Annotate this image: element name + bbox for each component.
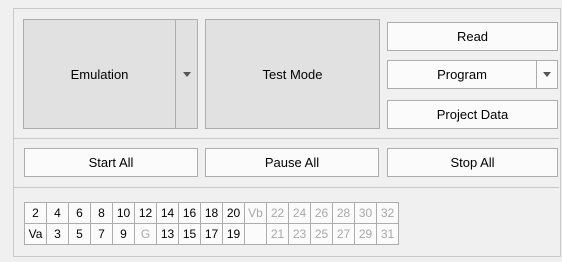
channel-button[interactable]: 2 xyxy=(25,203,47,224)
channel-button[interactable]: 10 xyxy=(113,203,135,224)
emulation-dropdown-button[interactable] xyxy=(175,20,197,128)
stop-all-button[interactable]: Stop All xyxy=(387,148,558,177)
channel-button: 25 xyxy=(311,224,333,245)
start-all-button[interactable]: Start All xyxy=(24,148,198,177)
program-button[interactable]: Program xyxy=(387,60,558,89)
test-mode-label: Test Mode xyxy=(262,66,323,82)
test-mode-button[interactable]: Test Mode xyxy=(205,19,380,129)
channel-button[interactable]: 3 xyxy=(47,224,69,245)
channel-button[interactable]: Va xyxy=(25,224,47,245)
channel-button[interactable]: 8 xyxy=(91,203,113,224)
channel-button[interactable]: 6 xyxy=(69,203,91,224)
channel-button[interactable]: 20 xyxy=(223,203,245,224)
channel-button: 21 xyxy=(267,224,289,245)
chevron-down-icon xyxy=(543,72,551,77)
emulation-label: Emulation xyxy=(70,66,129,82)
channel-button: 32 xyxy=(377,203,399,224)
emulation-button[interactable]: Emulation xyxy=(23,19,198,129)
chevron-down-icon xyxy=(182,71,191,77)
channel-grid: 2 4 6 8 10 12 14 16 18 20 Vb 22 24 26 28 30 32 Va 3 5 7 9 G 13 1… xyxy=(24,202,399,245)
channel-button: 26 xyxy=(311,203,333,224)
channel-button: Vb xyxy=(245,203,267,224)
channel-button[interactable]: 5 xyxy=(69,224,91,245)
pause-all-button[interactable]: Pause All xyxy=(205,148,379,177)
channel-button[interactable]: 15 xyxy=(179,224,201,245)
channel-button[interactable]: 16 xyxy=(179,203,201,224)
program-label: Program xyxy=(437,67,487,82)
channel-button: 24 xyxy=(289,203,311,224)
program-dropdown-button[interactable] xyxy=(536,61,557,88)
channel-empty-cell xyxy=(245,224,267,245)
read-label: Read xyxy=(456,29,489,44)
channel-button: 22 xyxy=(267,203,289,224)
channel-button[interactable]: 13 xyxy=(157,224,179,245)
channel-button: 29 xyxy=(355,224,377,245)
project-data-label: Project Data xyxy=(436,107,509,122)
channel-button[interactable]: 9 xyxy=(113,224,135,245)
channel-button[interactable]: 4 xyxy=(47,203,69,224)
channel-button: 28 xyxy=(333,203,355,224)
separator xyxy=(13,138,559,139)
project-data-button[interactable]: Project Data xyxy=(387,100,558,129)
channel-button: G xyxy=(135,224,157,245)
start-all-label: Start All xyxy=(88,155,134,170)
read-button[interactable]: Read xyxy=(387,22,558,51)
pause-all-label: Pause All xyxy=(264,155,320,170)
channel-button[interactable]: 12 xyxy=(135,203,157,224)
stop-all-label: Stop All xyxy=(450,155,495,170)
channel-button: 31 xyxy=(377,224,399,245)
channel-button[interactable]: 18 xyxy=(201,203,223,224)
channel-button[interactable]: 7 xyxy=(91,224,113,245)
separator xyxy=(13,187,559,188)
channel-button: 27 xyxy=(333,224,355,245)
channel-button[interactable]: 14 xyxy=(157,203,179,224)
channel-button: 30 xyxy=(355,203,377,224)
channel-button[interactable]: 19 xyxy=(223,224,245,245)
channel-button: 23 xyxy=(289,224,311,245)
channel-button[interactable]: 17 xyxy=(201,224,223,245)
